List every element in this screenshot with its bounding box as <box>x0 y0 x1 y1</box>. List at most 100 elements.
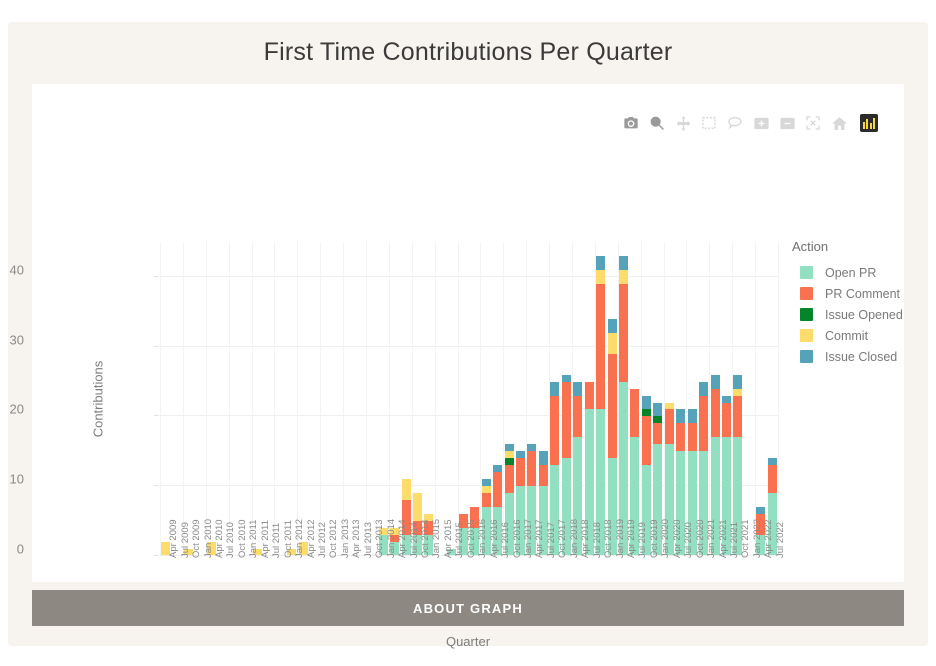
bar-segment[interactable] <box>653 416 662 423</box>
bar-segment[interactable] <box>733 375 742 389</box>
legend-item[interactable]: Issue Closed <box>792 346 922 367</box>
bar-segment[interactable] <box>608 319 617 333</box>
bar-segment[interactable] <box>653 423 662 444</box>
bar-segment[interactable] <box>722 396 731 403</box>
legend-item-label: Open PR <box>825 266 876 280</box>
bar-segment[interactable] <box>619 270 628 284</box>
bar-segment[interactable] <box>596 256 605 270</box>
x-tick-label: Jul 2012 <box>318 522 328 558</box>
page-title: First Time Contributions Per Quarter <box>8 38 928 67</box>
x-tick-label: Jul 2010 <box>226 522 236 558</box>
x-tick-label: Jul 2019 <box>638 522 648 558</box>
bar-segment[interactable] <box>596 270 605 284</box>
x-tick-label: Apr 2016 <box>490 519 500 558</box>
plot-area: Contributions Quarter 010203040 Apr 2009… <box>32 84 904 582</box>
x-tick-label: Oct 2010 <box>238 519 248 558</box>
bar-segment[interactable] <box>413 493 422 521</box>
bar-segment[interactable] <box>642 416 651 465</box>
x-tick-label: Jul 2018 <box>593 522 603 558</box>
x-tick-label: Jul 2021 <box>730 522 740 558</box>
x-tick-label: Jul 2013 <box>364 522 374 558</box>
legend-item[interactable]: PR Comment <box>792 283 922 304</box>
bar-segment[interactable] <box>608 333 617 354</box>
bar-segment[interactable] <box>516 458 525 486</box>
bar-segment[interactable] <box>573 382 582 396</box>
bar-segment[interactable] <box>619 256 628 270</box>
bar-segment[interactable] <box>642 409 651 416</box>
bar-segment[interactable] <box>711 375 720 389</box>
x-tick-label: Apr 2022 <box>764 519 774 558</box>
x-tick-label: Apr 2018 <box>581 519 591 558</box>
bar-segment[interactable] <box>665 403 674 410</box>
bar-segment[interactable] <box>482 486 491 493</box>
bar-segment[interactable] <box>619 284 628 382</box>
legend-item-label: Issue Opened <box>825 308 903 322</box>
x-axis-label: Quarter <box>32 634 904 649</box>
bar-segment[interactable] <box>539 451 548 465</box>
bar-segment[interactable] <box>562 375 571 382</box>
bar-segment[interactable] <box>493 465 502 472</box>
bar-segment[interactable] <box>768 465 777 493</box>
bar-segment[interactable] <box>482 493 491 507</box>
bar-segment[interactable] <box>550 396 559 466</box>
bar-segment[interactable] <box>493 472 502 507</box>
y-tick-label: 40 <box>10 262 24 277</box>
bar-segment[interactable] <box>688 409 697 423</box>
legend-item[interactable]: Open PR <box>792 262 922 283</box>
bar-segment[interactable] <box>482 479 491 486</box>
bar-segment[interactable] <box>596 284 605 410</box>
bar-segment[interactable] <box>562 382 571 459</box>
bar-segment[interactable] <box>630 389 639 438</box>
legend-item[interactable]: Issue Opened <box>792 304 922 325</box>
x-tick-label: Oct 2011 <box>284 520 294 558</box>
bar-segment[interactable] <box>550 382 559 396</box>
legend-item[interactable]: Commit <box>792 325 922 346</box>
bar-segment[interactable] <box>505 458 514 465</box>
x-tick-label: Apr 2015 <box>444 519 454 558</box>
bar-segment[interactable] <box>642 396 651 410</box>
bar-segment[interactable] <box>733 396 742 438</box>
bar-segment[interactable] <box>699 396 708 452</box>
legend-swatch <box>800 329 813 342</box>
bar-column[interactable] <box>596 256 605 556</box>
bar-segment[interactable] <box>653 403 662 417</box>
bar-segment[interactable] <box>676 423 685 451</box>
bar-segment[interactable] <box>527 444 536 451</box>
bar-segment[interactable] <box>733 389 742 396</box>
bar-segment[interactable] <box>585 382 594 410</box>
bar-segment[interactable] <box>699 382 708 396</box>
bar-segment[interactable] <box>505 444 514 451</box>
legend-items[interactable]: Open PR PR Comment Issue Opened Commit Issue… <box>792 262 922 367</box>
x-tick-label: Apr 2014 <box>398 519 408 558</box>
x-tick-label: Apr 2020 <box>673 519 683 558</box>
bar-segment[interactable] <box>402 479 411 500</box>
bar-segment[interactable] <box>722 403 731 438</box>
about-graph-button[interactable]: ABOUT GRAPH <box>32 590 904 626</box>
bar-segment[interactable] <box>608 354 617 459</box>
bar-segment[interactable] <box>527 451 536 486</box>
bar-segment[interactable] <box>768 458 777 465</box>
y-tick-label: 30 <box>10 332 24 347</box>
graph-card: First Time Contributions Per Quarter <box>8 22 928 646</box>
y-axis-label: Contributions <box>91 361 106 438</box>
bar-segment[interactable] <box>756 507 765 514</box>
bar-series-group[interactable] <box>160 242 778 556</box>
x-tick-label: Oct 2015 <box>467 519 477 558</box>
bar-segment[interactable] <box>665 409 674 444</box>
bar-segment[interactable] <box>539 465 548 486</box>
bar-segment[interactable] <box>711 389 720 438</box>
bar-segment[interactable] <box>505 465 514 493</box>
x-tick-label: Jan 2012 <box>295 519 305 558</box>
bar-segment[interactable] <box>688 423 697 451</box>
legend-item-label: Issue Closed <box>825 350 897 364</box>
x-tick-label: Apr 2010 <box>215 519 225 558</box>
x-tick-label: Jan 2019 <box>616 519 626 558</box>
bar-segment[interactable] <box>505 451 514 458</box>
bar-segment[interactable] <box>676 409 685 423</box>
bar-column[interactable] <box>619 256 628 556</box>
bar-segment[interactable] <box>516 451 525 458</box>
x-tick-label: Oct 2017 <box>558 519 568 558</box>
x-tick-label: Oct 2012 <box>329 519 339 558</box>
legend-item-label: PR Comment <box>825 287 900 301</box>
bar-segment[interactable] <box>573 396 582 438</box>
